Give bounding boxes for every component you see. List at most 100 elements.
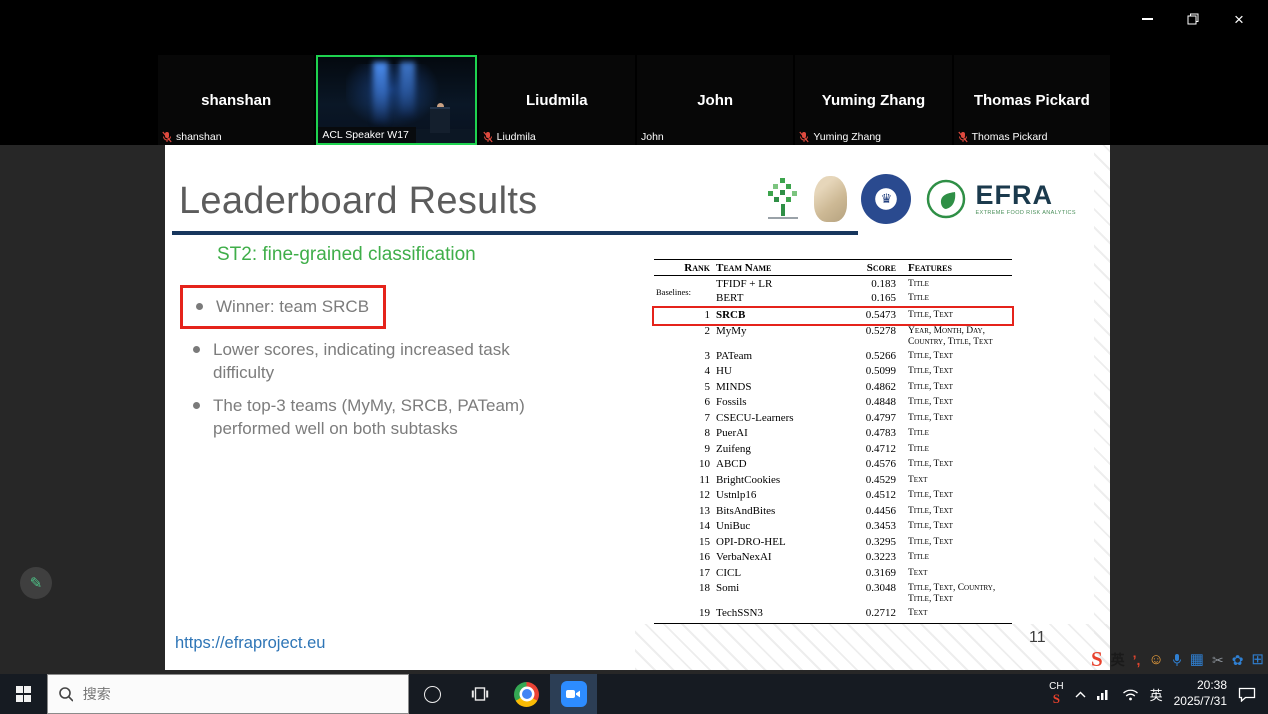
bullet-list: Winner: team SRCB Lower scores, indicati…: [193, 285, 613, 450]
screen: × shanshan shanshan ACL Speaker W17 Liudmil…: [0, 0, 1268, 714]
bullet-dot: [193, 402, 200, 409]
search-input[interactable]: [81, 685, 398, 703]
restore-icon: [1187, 13, 1199, 25]
participant-name-tag: ACL Speaker W17: [318, 127, 416, 143]
system-tray: CH S 英 20:38 2025/7/31: [1049, 674, 1268, 714]
participant-tile-acl-speaker-w17[interactable]: ACL Speaker W17: [316, 55, 476, 145]
participant-name: shanshan: [201, 92, 271, 109]
chrome-icon: [514, 682, 539, 707]
punctuation-icon[interactable]: ’,: [1133, 653, 1141, 667]
participant-name: Liudmila: [526, 92, 588, 109]
table-row: 7CSECU-Learners0.4797Title, Text: [654, 411, 1012, 427]
bullet-lower-scores: Lower scores, indicating increased task …: [193, 338, 613, 384]
task-view-icon: [471, 687, 489, 701]
participant-tile-thomas-pickard[interactable]: Thomas PickardThomas Pickard: [954, 55, 1110, 145]
table-row: 10ABCD0.4576Title, Text: [654, 457, 1012, 473]
table-row: 3PATeam0.5266Title, Text: [654, 349, 1012, 365]
wifi-icon[interactable]: [1122, 688, 1139, 701]
table-row: 15OPI-DRO-HEL0.3295Title, Text: [654, 535, 1012, 551]
cortana-icon: [424, 686, 441, 703]
efra-logo-caption: EXTREME FOOD RISK ANALYTICS: [975, 211, 1076, 217]
table-row: 6Fossils0.4848Title, Text: [654, 395, 1012, 411]
presentation-slide: Leaderboard Results ♛: [165, 145, 1110, 670]
title-underline: [172, 231, 858, 235]
chrome-button[interactable]: [503, 674, 550, 714]
table-row: 17CICL0.3169Text: [654, 566, 1012, 582]
participant-name-tag: John: [637, 129, 671, 145]
muted-mic-icon: [799, 131, 809, 143]
tray-clock[interactable]: 20:38 2025/7/31: [1174, 678, 1227, 709]
keyboard-icon[interactable]: ▦: [1190, 652, 1204, 667]
table-row: 16VerbaNexAI0.3223Title: [654, 550, 1012, 566]
baseline-row: BERT0.165Title: [716, 292, 1012, 306]
shared-screen-area: Leaderboard Results ♛: [0, 145, 1268, 674]
screenshot-icon[interactable]: ✂: [1212, 653, 1224, 667]
participant-tile-shanshan[interactable]: shanshan shanshan: [158, 55, 314, 145]
participant-name: Yuming Zhang: [822, 92, 925, 109]
zoom-app-button[interactable]: [550, 674, 597, 714]
table-row: 12Ustnlp160.4512Title, Text: [654, 488, 1012, 504]
minimize-button[interactable]: [1124, 4, 1170, 34]
table-row: 2MyMy0.5278Year, Month, Day, Country, Ti…: [654, 324, 1012, 349]
participant-tile-john[interactable]: JohnJohn: [637, 55, 793, 145]
slide-subtitle: ST2: fine-grained classification: [217, 244, 476, 266]
toolbox-icon[interactable]: ⊞: [1251, 652, 1264, 667]
ime-language-indicator[interactable]: 英: [1111, 650, 1125, 670]
maximize-button[interactable]: [1170, 4, 1216, 34]
sogou-logo-icon[interactable]: S: [1091, 649, 1103, 670]
table-row: 19TechSSN30.2712Text: [654, 606, 1012, 622]
efra-leaf-icon: [925, 178, 967, 220]
emoji-icon[interactable]: ☺: [1148, 652, 1163, 667]
minimize-icon: [1142, 18, 1153, 20]
muted-mic-icon: [958, 131, 968, 143]
participant-tile-liudmila[interactable]: LiudmilaLiudmila: [479, 55, 635, 145]
close-icon: ×: [1234, 11, 1244, 28]
bullet-dot: [193, 346, 200, 353]
efra-logo: EFRA EXTREME FOOD RISK ANALYTICS: [925, 178, 1076, 220]
efra-logo-text: EFRA: [975, 182, 1076, 209]
table-row: 13BitsAndBites0.4456Title, Text: [654, 504, 1012, 520]
participant-name-tag: shanshan: [158, 129, 229, 145]
bullet-dot: [196, 303, 203, 310]
taskbar-search[interactable]: [47, 674, 409, 714]
start-button[interactable]: [0, 674, 47, 714]
leaderboard-table: Rank Team Name Score Features Baselines:…: [654, 259, 1012, 624]
task-view-button[interactable]: [456, 674, 503, 714]
bullet-top3-teams: The top-3 teams (MyMy, SRCB, PATeam) per…: [193, 394, 613, 440]
table-row: 4HU0.5099Title, Text: [654, 364, 1012, 380]
muted-mic-icon: [483, 131, 493, 143]
skin-icon[interactable]: ✿: [1232, 653, 1244, 667]
participant-tile-yuming-zhang[interactable]: Yuming Zhang Yuming Zhang: [795, 55, 951, 145]
ime-toolbar: S 英 ’, ☺ ▦ ✂ ✿ ⊞: [1091, 649, 1264, 670]
slide-title: Leaderboard Results: [179, 179, 537, 223]
window-controls: ×: [1124, 4, 1262, 34]
participant-name: Thomas Pickard: [974, 92, 1090, 109]
tray-language-indicator[interactable]: 英: [1150, 685, 1163, 704]
tray-ime-indicator[interactable]: CH S: [1049, 681, 1063, 706]
circuit-pattern-right: [1094, 145, 1110, 670]
table-body: 1SRCB0.5473Title, Text2MyMy0.5278Year, M…: [654, 308, 1012, 624]
windows-logo-icon: [16, 686, 32, 702]
cortana-button[interactable]: [409, 674, 456, 714]
table-row: 11BrightCookies0.4529Text: [654, 473, 1012, 489]
signal-bars-icon[interactable]: [1097, 688, 1111, 700]
table-baselines: Baselines:TFIDF + LR0.183TitleBERT0.165T…: [654, 276, 1012, 308]
sogou-tray-icon: S: [1053, 692, 1060, 706]
window-titlebar: ×: [0, 0, 1268, 40]
voice-input-icon[interactable]: [1172, 653, 1182, 667]
action-center-icon[interactable]: [1238, 687, 1256, 702]
table-row: 18Somi0.3048Title, Text, Country, Title,…: [654, 581, 1012, 606]
participant-name-tag: Yuming Zhang: [795, 129, 888, 145]
tray-date: 2025/7/31: [1174, 694, 1227, 710]
table-row: 8PuerAI0.4783Title: [654, 426, 1012, 442]
baselines-label: Baselines:: [654, 287, 716, 297]
annotation-pencil-button[interactable]: ✎: [20, 567, 52, 599]
close-button[interactable]: ×: [1216, 4, 1262, 34]
table-row: 9Zuifeng0.4712Title: [654, 442, 1012, 458]
logo-row: ♛ EFRA EXTREME FOOD RISK ANALYTICS: [766, 172, 1076, 226]
table-row: 1SRCB0.5473Title, Text: [654, 308, 1012, 324]
search-icon: [58, 686, 73, 702]
university-seal-logo: ♛: [861, 174, 911, 224]
muted-mic-icon: [162, 131, 172, 143]
hidden-icons-chevron[interactable]: [1075, 691, 1086, 698]
